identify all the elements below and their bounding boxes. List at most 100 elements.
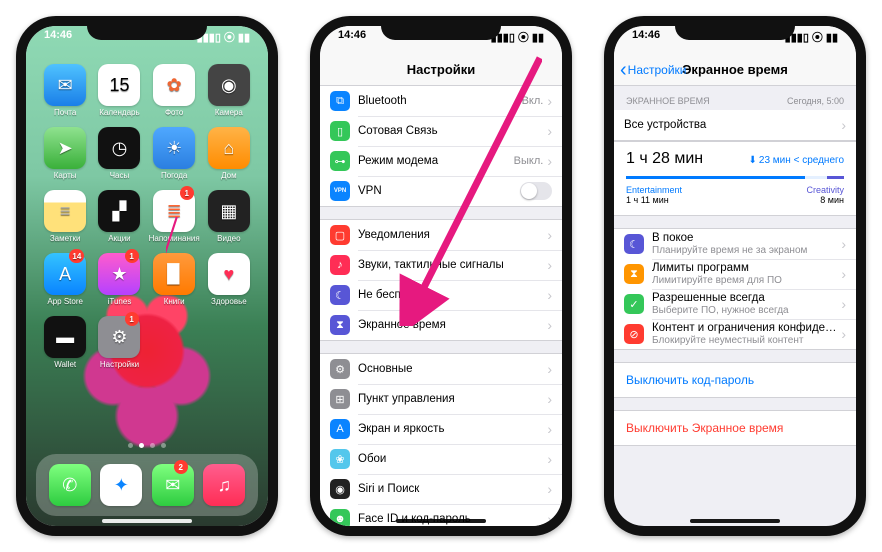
screentime-option[interactable]: ⊘ Контент и ограничения конфиде… Блокиру… bbox=[614, 319, 856, 349]
row-icon: ❀ bbox=[330, 449, 350, 469]
app-Настройки[interactable]: ⚙1Настройки bbox=[94, 316, 144, 369]
disable-screentime-link[interactable]: Выключить Экранное время bbox=[614, 411, 856, 445]
row-icon: ☻ bbox=[330, 509, 350, 526]
screentime-option[interactable]: ⧗ Лимиты программ Лимитируйте время для … bbox=[614, 259, 856, 289]
music-app[interactable]: ♫ bbox=[203, 464, 245, 506]
badge: 1 bbox=[125, 312, 139, 326]
messages-app[interactable]: ✉2 bbox=[152, 464, 194, 506]
wifi-icon: ⦿ bbox=[812, 29, 823, 45]
screentime-option[interactable]: ✓ Разрешенные всегда Выберите ПО, нужное… bbox=[614, 289, 856, 319]
app-Фото[interactable]: ✿Фото bbox=[149, 64, 200, 117]
chevron-icon: › bbox=[841, 266, 846, 282]
notch bbox=[87, 16, 207, 40]
app-Погода[interactable]: ☀ Погода bbox=[149, 127, 200, 180]
row-label: Уведомления bbox=[358, 229, 547, 241]
app-label: Книги bbox=[164, 297, 185, 306]
app-Календарь[interactable]: 15Календарь bbox=[94, 64, 144, 117]
all-devices-row[interactable]: Все устройства › bbox=[614, 110, 856, 140]
app-icon: ☀ bbox=[153, 127, 195, 169]
row-title: Лимиты программ bbox=[652, 262, 841, 274]
row-label: Основные bbox=[358, 363, 547, 375]
app-Книги[interactable]: ▉ Книги bbox=[149, 253, 200, 306]
app-icon: ▞ bbox=[98, 190, 140, 232]
row-icon: ⊞ bbox=[330, 389, 350, 409]
settings-row[interactable]: ▯ Сотовая Связь› bbox=[320, 116, 562, 146]
app-icon: ▬ bbox=[44, 316, 86, 358]
chevron-icon: › bbox=[547, 361, 552, 377]
app-label: Карты bbox=[54, 171, 77, 180]
app-Карты[interactable]: ➤Карты bbox=[40, 127, 90, 180]
page-indicator bbox=[26, 443, 268, 448]
settings-row[interactable]: ❀ Обои› bbox=[320, 444, 562, 474]
row-icon: ⊘ bbox=[624, 324, 644, 344]
settings-row[interactable]: ⧉ BluetoothВкл.› bbox=[320, 86, 562, 116]
row-icon: ☾ bbox=[624, 234, 644, 254]
settings-row[interactable]: ♪ Звуки, тактильные сигналы› bbox=[320, 250, 562, 280]
chevron-icon: › bbox=[547, 227, 552, 243]
usage-card[interactable]: 1 ч 28 мин ⬇ 23 мин < среднего Entertain… bbox=[614, 141, 856, 216]
app-label: Камера bbox=[215, 108, 243, 117]
app-Видео[interactable]: ▦Видео bbox=[204, 190, 254, 243]
app-Напоминания[interactable]: ≣1Напоминания bbox=[149, 190, 200, 243]
row-label: Пункт управления bbox=[358, 393, 547, 405]
row-label: Экран и яркость bbox=[358, 423, 547, 435]
app-Wallet[interactable]: ▬Wallet bbox=[40, 316, 90, 369]
app-label: Заметки bbox=[50, 234, 81, 243]
badge: 1 bbox=[180, 186, 194, 200]
app-label: Настройки bbox=[100, 360, 139, 369]
row-subtitle: Лимитируйте время для ПО bbox=[652, 275, 841, 286]
settings-row[interactable]: A Экран и яркость› bbox=[320, 414, 562, 444]
wifi-icon: ⦿ bbox=[518, 29, 529, 45]
app-App Store[interactable]: A14App Store bbox=[40, 253, 90, 306]
phone-app[interactable]: ✆ bbox=[49, 464, 91, 506]
app-Почта[interactable]: ✉Почта bbox=[40, 64, 90, 117]
row-subtitle: Блокируйте неуместный контент bbox=[652, 335, 841, 346]
safari-app[interactable]: ✦ bbox=[100, 464, 142, 506]
app-Камера[interactable]: ◉Камера bbox=[204, 64, 254, 117]
app-Дом[interactable]: ⌂Дом bbox=[204, 127, 254, 180]
app-Часы[interactable]: ◷Часы bbox=[94, 127, 144, 180]
home-app-grid: ✉Почта15Календарь✿Фото◉Камера ➤Карты◷Часы… bbox=[26, 64, 268, 369]
app-iTunes[interactable]: ★1iTunes bbox=[94, 253, 144, 306]
home-indicator bbox=[690, 519, 780, 523]
settings-row[interactable]: VPN VPN bbox=[320, 176, 562, 206]
row-label: Звуки, тактильные сигналы bbox=[358, 259, 547, 271]
toggle[interactable] bbox=[520, 182, 552, 200]
nav-title: Настройки bbox=[407, 62, 476, 77]
row-icon: ⧉ bbox=[330, 91, 350, 111]
nav-title: Экранное время bbox=[682, 62, 788, 77]
app-Заметки[interactable]: ≡Заметки bbox=[40, 190, 90, 243]
app-icon: ✉ bbox=[152, 464, 194, 506]
disable-passcode-link[interactable]: Выключить код-пароль bbox=[614, 363, 856, 397]
home-indicator bbox=[102, 519, 192, 523]
app-label: Погода bbox=[161, 171, 187, 180]
app-label: Акции bbox=[108, 234, 130, 243]
notch bbox=[675, 16, 795, 40]
section-header-time: Сегодня, 5:00 bbox=[787, 96, 844, 106]
settings-row[interactable]: ⧗ Экранное время› bbox=[320, 310, 562, 340]
chevron-icon: › bbox=[547, 257, 552, 273]
settings-row[interactable]: ⚙ Основные› bbox=[320, 354, 562, 384]
back-button[interactable]: Настройки bbox=[620, 63, 687, 77]
row-icon: ▢ bbox=[330, 225, 350, 245]
screentime-option[interactable]: ☾ В покое Планируйте время не за экраном… bbox=[614, 229, 856, 259]
app-label: Календарь bbox=[99, 108, 139, 117]
chevron-icon: › bbox=[547, 287, 552, 303]
settings-row[interactable]: ⊞ Пункт управления› bbox=[320, 384, 562, 414]
row-icon: ▯ bbox=[330, 121, 350, 141]
app-Акции[interactable]: ▞ Акции bbox=[94, 190, 144, 243]
settings-row[interactable]: ⊶ Режим модемаВыкл.› bbox=[320, 146, 562, 176]
row-icon: ⧗ bbox=[330, 315, 350, 335]
app-label: Напоминания bbox=[149, 234, 200, 243]
app-icon: ⌂ bbox=[208, 127, 250, 169]
settings-row[interactable]: ▢ Уведомления› bbox=[320, 220, 562, 250]
settings-list[interactable]: ⧉ BluetoothВкл.›▯ Сотовая Связь›⊶ Режим … bbox=[320, 86, 562, 526]
settings-row[interactable]: ☾ Не беспокоить› bbox=[320, 280, 562, 310]
app-label: Видео bbox=[217, 234, 240, 243]
app-Здоровье[interactable]: ♥Здоровье bbox=[204, 253, 254, 306]
category-time: 8 мин bbox=[806, 195, 844, 205]
app-icon: ▉ bbox=[153, 253, 195, 295]
screentime-list[interactable]: ЭКРАННОЕ ВРЕМЯ Сегодня, 5:00 Все устройс… bbox=[614, 86, 856, 526]
settings-row[interactable]: ◉ Siri и Поиск› bbox=[320, 474, 562, 504]
dock: ✆✦✉2♫ bbox=[36, 454, 258, 516]
